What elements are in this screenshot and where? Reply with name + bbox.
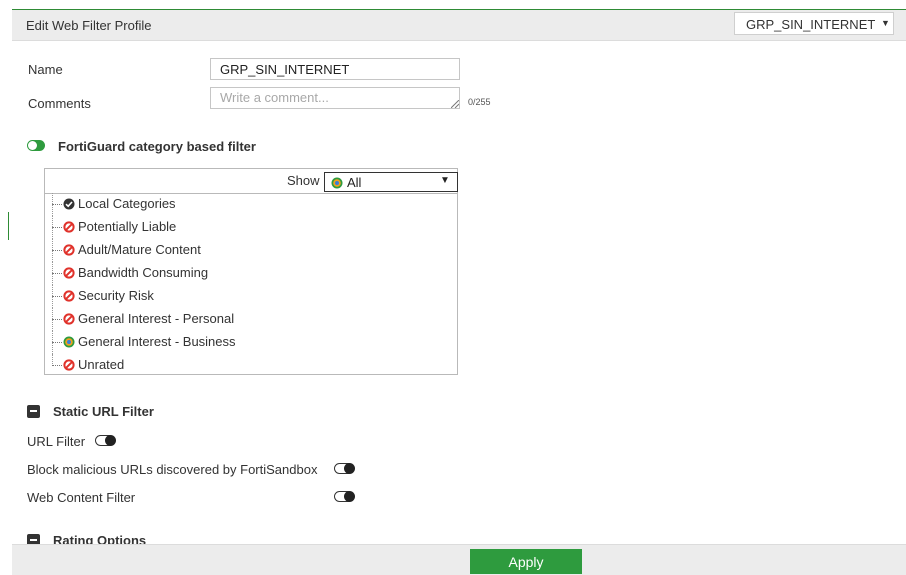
tree-connector (52, 204, 62, 206)
fortiguard-section-title: FortiGuard category based filter (58, 139, 256, 154)
category-row-unrated[interactable]: Unrated (45, 354, 457, 374)
category-label: Unrated (78, 357, 125, 372)
category-row-bandwidth-consuming[interactable]: Bandwidth Consuming (45, 262, 457, 285)
chevron-down-icon: ▼ (881, 18, 890, 28)
show-label: Show (287, 173, 320, 188)
block-icon (63, 313, 75, 325)
category-tree: Show All ▼ Local Categories Potentially … (44, 168, 458, 375)
minus-bar (30, 410, 37, 412)
category-label: Bandwidth Consuming (78, 265, 209, 280)
category-row-general-interest-personal[interactable]: General Interest - Personal (45, 308, 457, 331)
show-filter-value: All (347, 175, 362, 190)
tree-connector (52, 250, 62, 252)
block-malicious-label: Block malicious URLs discovered by Forti… (27, 462, 318, 477)
minus-bar (30, 539, 37, 541)
toggle-knob (105, 435, 116, 446)
collapse-static-url-icon[interactable] (27, 405, 40, 418)
category-row-potentially-liable[interactable]: Potentially Liable (45, 216, 457, 239)
web-content-filter-label: Web Content Filter (27, 490, 136, 505)
block-malicious-toggle[interactable] (334, 463, 355, 474)
category-label: General Interest - Business (78, 334, 236, 349)
block-icon (63, 290, 75, 302)
profile-select[interactable]: GRP_SIN_INTERNET ▼ (734, 12, 894, 35)
name-label: Name (28, 62, 63, 77)
tree-connector (52, 319, 62, 321)
category-tree-header: Show All ▼ (45, 169, 458, 194)
tree-connector (52, 365, 62, 367)
fortiguard-toggle[interactable] (27, 140, 45, 151)
block-icon (63, 244, 75, 256)
tree-connector (52, 342, 62, 344)
comments-label: Comments (28, 96, 91, 111)
category-label: Adult/Mature Content (78, 242, 201, 257)
category-label: Security Risk (78, 288, 154, 303)
mixed-action-icon (331, 177, 343, 189)
profile-select-value: GRP_SIN_INTERNET (746, 17, 876, 32)
check-circle-icon (63, 198, 75, 210)
name-input-value: GRP_SIN_INTERNET (220, 62, 350, 77)
apply-button[interactable]: Apply (470, 549, 582, 574)
chevron-down-icon: ▼ (440, 175, 450, 186)
category-label: Potentially Liable (78, 219, 177, 234)
name-input[interactable]: GRP_SIN_INTERNET (210, 58, 460, 80)
static-url-section-title: Static URL Filter (53, 404, 154, 419)
block-icon (63, 267, 75, 279)
comments-placeholder: Write a comment... (220, 90, 329, 105)
show-filter-select[interactable]: All ▼ (324, 172, 458, 192)
comments-textarea[interactable]: Write a comment... (210, 87, 460, 109)
url-filter-label: URL Filter (27, 434, 86, 449)
tree-connector (52, 227, 62, 229)
comments-counter: 0/255 (468, 97, 491, 107)
category-label: General Interest - Personal (78, 311, 235, 326)
toggle-knob (28, 141, 37, 150)
mixed-action-icon (63, 336, 75, 348)
category-row-adult-mature-content[interactable]: Adult/Mature Content (45, 239, 457, 262)
tree-connector (52, 296, 62, 298)
block-icon (63, 359, 75, 371)
left-edge-marker (8, 212, 9, 240)
page-title: Edit Web Filter Profile (26, 18, 152, 33)
resize-grip-icon[interactable] (451, 100, 459, 108)
web-content-filter-toggle[interactable] (334, 491, 355, 502)
tree-connector (52, 273, 62, 275)
url-filter-toggle[interactable] (95, 435, 116, 446)
category-row-security-risk[interactable]: Security Risk (45, 285, 457, 308)
category-row-local-categories[interactable]: Local Categories (45, 193, 457, 216)
category-label: Local Categories (78, 196, 176, 211)
block-icon (63, 221, 75, 233)
footer-bar (12, 544, 906, 575)
category-row-general-interest-business[interactable]: General Interest - Business (45, 331, 457, 354)
toggle-knob (344, 491, 355, 502)
toggle-knob (344, 463, 355, 474)
